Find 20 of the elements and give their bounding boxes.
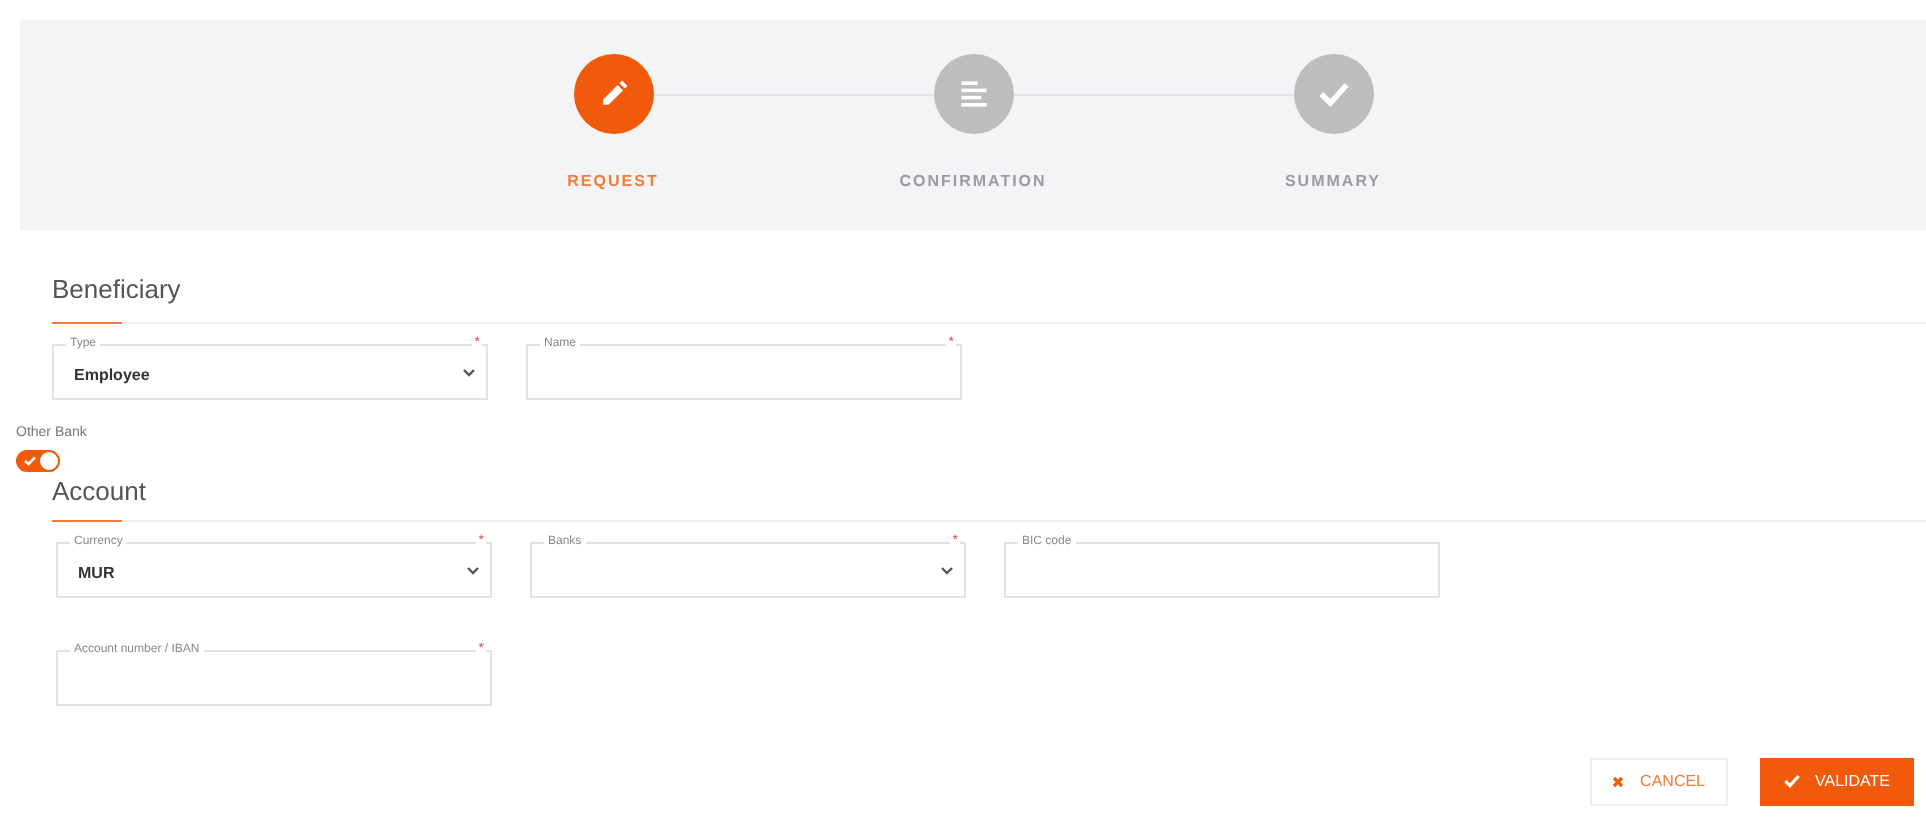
section-heading: Account — [52, 476, 148, 508]
checkmark-icon — [1783, 774, 1799, 789]
field-value: Employee — [74, 363, 150, 388]
close-icon — [1612, 775, 1625, 788]
text-lines-icon — [955, 76, 991, 112]
section-heading: Beneficiary — [52, 274, 183, 306]
toggle-switch[interactable] — [16, 450, 60, 473]
cancel-button[interactable]: CANCEL — [1590, 757, 1727, 806]
validate-button[interactable]: VALIDATE — [1759, 757, 1914, 806]
step-circle[interactable] — [933, 54, 1013, 134]
checkmark-icon — [24, 456, 36, 467]
step-label: REQUEST — [567, 170, 659, 194]
step-label: SUMMARY — [1284, 170, 1382, 194]
step-circle[interactable] — [1293, 54, 1373, 134]
step-label: CONFIRMATION — [899, 170, 1047, 194]
chevron-down-icon — [940, 565, 954, 576]
chevron-down-icon — [466, 565, 480, 576]
chevron-down-icon — [462, 367, 476, 378]
step-circle[interactable] — [573, 54, 653, 134]
field-value: MUR — [78, 561, 115, 586]
